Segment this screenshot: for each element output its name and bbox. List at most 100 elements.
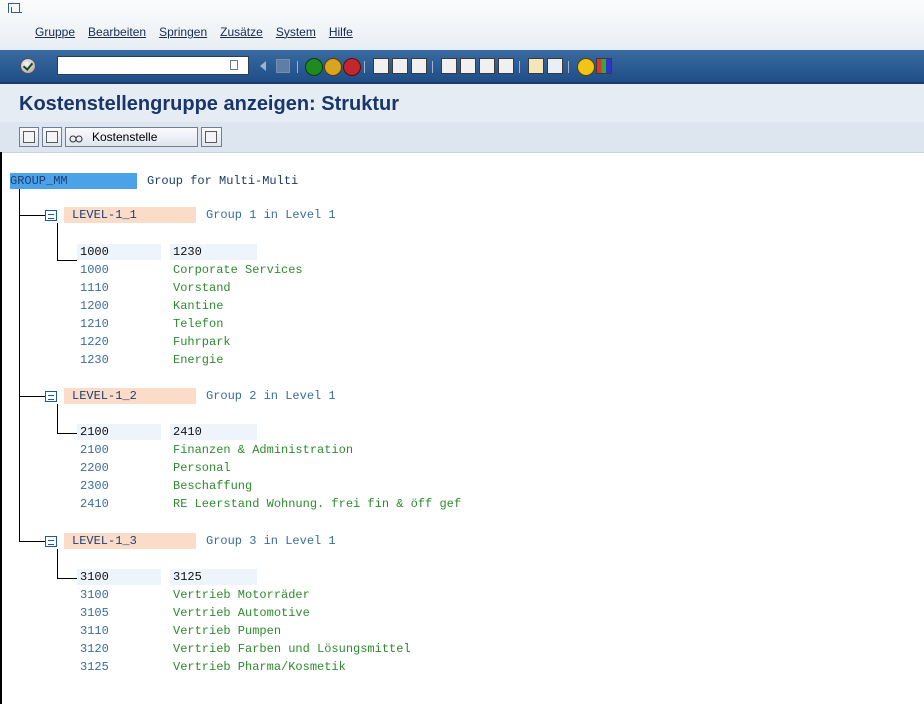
cost-center-text: Kantine bbox=[173, 299, 224, 313]
cost-center-code[interactable]: 2410 bbox=[80, 497, 109, 511]
system-toolbar bbox=[0, 50, 924, 84]
menu-gruppe[interactable]: Gruppe bbox=[35, 25, 75, 39]
group-text: Group 1 in Level 1 bbox=[206, 208, 336, 222]
tree-connector bbox=[19, 396, 45, 397]
collapse-icon bbox=[46, 131, 58, 143]
enter-icon[interactable] bbox=[20, 58, 36, 74]
menu-springen[interactable]: Springen bbox=[159, 25, 207, 39]
cost-center-code[interactable]: 2200 bbox=[80, 461, 109, 475]
tree-root-code[interactable]: GROUP_MM bbox=[10, 173, 137, 189]
group-code[interactable]: LEVEL-1_1 bbox=[64, 207, 196, 223]
kostenstelle-label: Kostenstelle bbox=[92, 130, 158, 144]
find-next-icon[interactable] bbox=[411, 58, 427, 74]
cost-center-code[interactable]: 2300 bbox=[80, 479, 109, 493]
window-border bbox=[0, 152, 2, 704]
cost-center-text: Fuhrpark bbox=[173, 335, 231, 349]
tree-connector bbox=[57, 578, 77, 579]
kostenstelle-button[interactable]: Kostenstelle bbox=[65, 127, 198, 147]
tree-connector bbox=[57, 404, 58, 434]
tree-connector bbox=[19, 541, 45, 542]
group-code[interactable]: LEVEL-1_2 bbox=[64, 388, 196, 404]
title-bar: Kostenstellengruppe anzeigen: Struktur bbox=[0, 84, 924, 123]
layout-icon[interactable] bbox=[596, 58, 612, 74]
cost-center-code[interactable]: 1230 bbox=[80, 353, 109, 367]
page-title: Kostenstellengruppe anzeigen: Struktur bbox=[19, 93, 400, 115]
tree-connector bbox=[57, 260, 77, 261]
cost-center-code[interactable]: 3110 bbox=[80, 624, 109, 638]
expand-all-button[interactable] bbox=[19, 127, 39, 147]
cost-center-code[interactable]: 3120 bbox=[80, 642, 109, 656]
cost-center-text: Telefon bbox=[173, 317, 224, 331]
menu-zusaetze[interactable]: Zusätze bbox=[220, 25, 263, 39]
collapse-all-button[interactable] bbox=[42, 127, 62, 147]
folder-icon[interactable] bbox=[45, 210, 57, 221]
interval-from[interactable]: 3100 bbox=[77, 569, 161, 585]
print-icon[interactable] bbox=[373, 58, 389, 74]
menu-system[interactable]: System bbox=[276, 25, 316, 39]
cost-center-text: Vertrieb Automotive bbox=[173, 606, 310, 620]
interval-to[interactable]: 1230 bbox=[170, 244, 257, 260]
help-icon[interactable] bbox=[577, 58, 595, 76]
cost-center-code[interactable]: 3105 bbox=[80, 606, 109, 620]
save-icon[interactable] bbox=[276, 59, 290, 73]
menu-hilfe[interactable]: Hilfe bbox=[329, 25, 353, 39]
folder-icon[interactable] bbox=[45, 536, 57, 547]
window-menu-icon[interactable] bbox=[8, 3, 22, 13]
glasses-icon bbox=[69, 131, 83, 143]
cost-center-text: Personal bbox=[173, 461, 231, 475]
cost-center-text: Corporate Services bbox=[173, 263, 303, 277]
command-history-icon[interactable] bbox=[230, 60, 238, 70]
cost-center-text: Vertrieb Farben und Lösungsmittel bbox=[173, 642, 411, 656]
cost-center-code[interactable]: 1210 bbox=[80, 317, 109, 331]
separator bbox=[568, 61, 569, 73]
cost-center-text: Vorstand bbox=[173, 281, 231, 295]
cost-center-code[interactable]: 3100 bbox=[80, 588, 109, 602]
group-text: Group 2 in Level 1 bbox=[206, 389, 336, 403]
menu-items: Gruppe Bearbeiten Springen Zusätze Syste… bbox=[35, 25, 353, 39]
cost-center-text: Beschaffung bbox=[173, 479, 253, 493]
interval-to[interactable]: 2410 bbox=[170, 424, 257, 440]
cost-center-text: RE Leerstand Wohnung. frei fin & öff gef bbox=[173, 497, 462, 511]
cost-center-text: Finanzen & Administration bbox=[173, 443, 354, 457]
collapse-icon[interactable] bbox=[260, 61, 266, 71]
cost-center-text: Vertrieb Pumpen bbox=[173, 624, 282, 638]
group-text: Group 3 in Level 1 bbox=[206, 534, 336, 548]
previous-page-icon[interactable] bbox=[460, 58, 476, 74]
find-icon[interactable] bbox=[392, 58, 408, 74]
cost-center-code[interactable]: 3125 bbox=[80, 660, 109, 674]
tree-connector bbox=[19, 189, 20, 541]
hierarchy-button[interactable] bbox=[201, 127, 222, 147]
interval-to[interactable]: 3125 bbox=[170, 569, 257, 585]
hierarchy-icon bbox=[205, 131, 217, 143]
interval-from[interactable]: 2100 bbox=[77, 424, 161, 440]
last-page-icon[interactable] bbox=[498, 58, 514, 74]
create-session-icon[interactable] bbox=[528, 58, 544, 74]
separator bbox=[364, 61, 365, 73]
tree-connector bbox=[57, 223, 58, 261]
group-code[interactable]: LEVEL-1_3 bbox=[64, 533, 196, 549]
first-page-icon[interactable] bbox=[441, 58, 457, 74]
exit-icon[interactable] bbox=[324, 58, 342, 76]
next-page-icon[interactable] bbox=[479, 58, 495, 74]
cost-center-code[interactable]: 1110 bbox=[80, 281, 109, 295]
tree-connector bbox=[57, 549, 58, 579]
cost-center-code[interactable]: 1000 bbox=[80, 263, 109, 277]
cost-center-code[interactable]: 1200 bbox=[80, 299, 109, 313]
separator bbox=[519, 61, 520, 73]
separator bbox=[297, 61, 298, 73]
interval-from[interactable]: 1000 bbox=[77, 244, 161, 260]
separator bbox=[432, 61, 433, 73]
tree-connector bbox=[57, 433, 77, 434]
cost-center-text: Vertrieb Pharma/Kosmetik bbox=[173, 660, 346, 674]
cost-center-code[interactable]: 2100 bbox=[80, 443, 109, 457]
menu-bar: Gruppe Bearbeiten Springen Zusätze Syste… bbox=[0, 0, 924, 51]
cost-center-text: Vertrieb Motorräder bbox=[173, 588, 310, 602]
tree-connector bbox=[19, 215, 45, 216]
cancel-icon[interactable] bbox=[343, 58, 361, 76]
folder-icon[interactable] bbox=[45, 391, 57, 402]
shortcut-icon[interactable] bbox=[547, 58, 563, 74]
back-icon[interactable] bbox=[305, 58, 323, 76]
cost-center-code[interactable]: 1220 bbox=[80, 335, 109, 349]
menu-bearbeiten[interactable]: Bearbeiten bbox=[88, 25, 146, 39]
command-field[interactable] bbox=[57, 56, 249, 75]
